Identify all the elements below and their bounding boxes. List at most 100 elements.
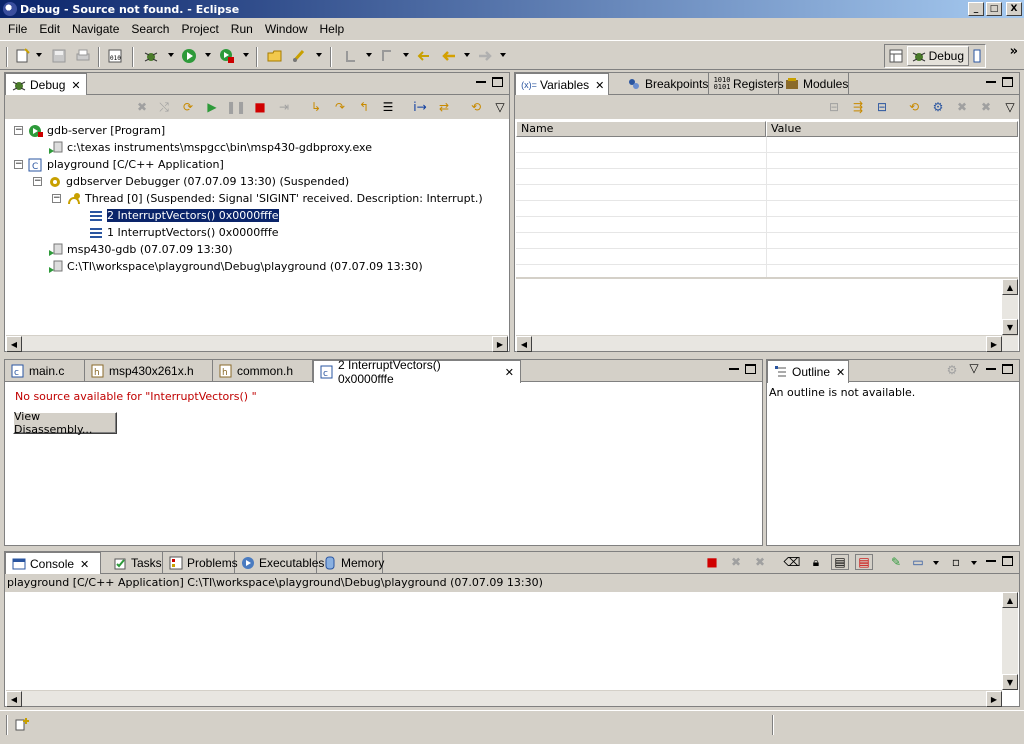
- show-type-names-icon[interactable]: ⊟: [825, 99, 843, 115]
- console-horizontal-scrollbar[interactable]: ◀ ▶: [6, 690, 1002, 707]
- back-dropdown-icon[interactable]: [464, 53, 470, 57]
- minimize-view-icon[interactable]: [729, 364, 739, 370]
- debug-horizontal-scrollbar[interactable]: ◀ ▶: [6, 335, 508, 352]
- tab-modules[interactable]: Modules: [779, 73, 849, 95]
- open-perspective-icon[interactable]: [885, 46, 907, 66]
- menu-run[interactable]: Run: [225, 22, 259, 36]
- menu-search[interactable]: Search: [125, 22, 175, 36]
- tab-variables[interactable]: (x)= Variables ✕: [515, 73, 609, 96]
- console-output[interactable]: [6, 592, 1002, 690]
- tab-common-h[interactable]: h common.h: [213, 360, 313, 382]
- pin-console-icon[interactable]: ✎: [887, 554, 905, 570]
- show-on-stdout-icon[interactable]: ▤: [831, 554, 849, 570]
- scroll-left-icon[interactable]: ◀: [6, 691, 22, 707]
- drop-to-frame-icon[interactable]: ☰: [379, 99, 397, 115]
- new-dropdown-icon[interactable]: [36, 53, 42, 57]
- last-edit-icon[interactable]: [414, 47, 432, 65]
- minimize-view-icon[interactable]: [986, 364, 996, 370]
- tree-item-gdbserver-debugger[interactable]: gdbserver Debugger (07.07.09 13:30) (Sus…: [47, 173, 349, 190]
- maximize-view-icon[interactable]: [492, 77, 503, 87]
- close-tab-icon[interactable]: ✕: [80, 558, 89, 571]
- tab-msp430x261x-h[interactable]: h msp430x261x.h: [85, 360, 213, 382]
- open-console-icon[interactable]: ▫: [947, 554, 965, 570]
- forward-dropdown-icon[interactable]: [500, 53, 506, 57]
- maximize-view-icon[interactable]: [745, 364, 756, 374]
- run-icon[interactable]: [180, 47, 198, 65]
- open-console-dropdown-icon[interactable]: [971, 561, 977, 565]
- close-tab-icon[interactable]: ✕: [505, 366, 514, 379]
- step-into-icon[interactable]: ↳: [307, 99, 325, 115]
- view-disassembly-button[interactable]: View Disassembly...: [13, 410, 117, 436]
- save-icon[interactable]: [50, 47, 68, 65]
- scroll-lock-icon[interactable]: 🔒︎: [807, 554, 825, 570]
- minimize-view-icon[interactable]: [986, 556, 996, 562]
- instruction-stepping-icon[interactable]: i→: [411, 99, 429, 115]
- tree-item-gdbproxy-process[interactable]: c:\texas instruments\mspgcc\bin\msp430-g…: [48, 139, 372, 156]
- menu-window[interactable]: Window: [259, 22, 314, 36]
- scroll-left-icon[interactable]: ◀: [6, 336, 22, 352]
- debug-dropdown-icon[interactable]: [168, 53, 174, 57]
- scroll-left-icon[interactable]: ◀: [516, 336, 532, 352]
- menu-file[interactable]: File: [2, 22, 33, 36]
- menu-edit[interactable]: Edit: [33, 22, 66, 36]
- scroll-right-icon[interactable]: ▶: [986, 691, 1002, 707]
- prev-annotation-dropdown-icon[interactable]: [403, 53, 409, 57]
- tab-console[interactable]: Console ✕: [5, 552, 101, 575]
- clear-console-icon[interactable]: ⌫: [783, 554, 801, 570]
- show-on-stderr-icon[interactable]: ▤: [855, 554, 873, 570]
- step-return-icon[interactable]: ↰: [355, 99, 373, 115]
- menu-help[interactable]: Help: [314, 22, 351, 36]
- step-over-icon[interactable]: ↷: [331, 99, 349, 115]
- tree-item-msp430-gdb[interactable]: msp430-gdb (07.07.09 13:30): [48, 241, 233, 258]
- tab-main-c[interactable]: c main.c: [5, 360, 85, 382]
- tab-tasks[interactable]: Tasks: [107, 552, 163, 574]
- back-icon[interactable]: [440, 47, 458, 65]
- minimize-view-icon[interactable]: [986, 77, 996, 83]
- column-header-name[interactable]: Name: [516, 121, 766, 137]
- maximize-view-icon[interactable]: [1002, 556, 1013, 566]
- connect-icon[interactable]: ⤭: [155, 99, 173, 115]
- terminate-icon[interactable]: ■: [703, 554, 721, 570]
- remove-all-global-variables-icon[interactable]: ✖: [977, 99, 995, 115]
- next-annotation-dropdown-icon[interactable]: [366, 53, 372, 57]
- collapse-icon[interactable]: −: [14, 126, 23, 135]
- scroll-down-icon[interactable]: ▼: [1002, 319, 1018, 335]
- more-perspectives-button[interactable]: »: [1010, 44, 1018, 59]
- remove-all-terminated-icon[interactable]: ✖: [751, 554, 769, 570]
- tab-memory[interactable]: Memory: [317, 552, 384, 574]
- terminate-icon[interactable]: ■: [251, 99, 269, 115]
- scroll-right-icon[interactable]: ▶: [986, 336, 1002, 352]
- external-tools-icon[interactable]: [218, 47, 236, 65]
- fast-view-icon[interactable]: [14, 716, 30, 735]
- display-console-icon[interactable]: ▭: [909, 554, 927, 570]
- menu-navigate[interactable]: Navigate: [66, 22, 125, 36]
- tab-registers[interactable]: 1010 0101 Registers: [709, 73, 784, 95]
- maximize-button[interactable]: □: [986, 2, 1002, 16]
- scroll-right-icon[interactable]: ▶: [492, 336, 508, 352]
- scroll-up-icon[interactable]: ▲: [1002, 592, 1018, 608]
- tree-item-thread[interactable]: Thread [0] (Suspended: Signal 'SIGINT' r…: [66, 190, 483, 207]
- add-global-variable-icon[interactable]: ⚙: [929, 99, 947, 115]
- window-title-bar[interactable]: Debug - Source not found. - Eclipse _ □ …: [0, 0, 1024, 18]
- tab-outline[interactable]: Outline ✕: [767, 360, 849, 383]
- disassembly-icon[interactable]: 010: [106, 47, 124, 65]
- collapse-icon[interactable]: −: [52, 194, 61, 203]
- open-folder-icon[interactable]: [266, 47, 284, 65]
- resume-icon[interactable]: ▶: [203, 99, 221, 115]
- next-annotation-icon[interactable]: [342, 47, 360, 65]
- tab-interrupt-vectors[interactable]: c 2 InterruptVectors() 0x0000fffe ✕: [313, 358, 521, 386]
- new-icon[interactable]: [14, 47, 32, 65]
- variables-horizontal-scrollbar[interactable]: ◀ ▶: [516, 335, 1018, 352]
- refresh-icon[interactable]: ⟲: [467, 99, 485, 115]
- remove-terminated-icon[interactable]: ✖: [133, 99, 151, 115]
- console-vertical-scrollbar[interactable]: ▲ ▼: [1002, 592, 1018, 690]
- view-menu-icon[interactable]: ▽: [491, 99, 509, 115]
- restart-icon[interactable]: ⟳: [179, 99, 197, 115]
- debug-bug-icon[interactable]: [142, 47, 160, 65]
- close-tab-icon[interactable]: ✕: [71, 79, 80, 92]
- tree-item-stack-frame-1[interactable]: 1 InterruptVectors() 0x0000fffe: [88, 224, 279, 241]
- remove-global-variable-icon[interactable]: ✖: [953, 99, 971, 115]
- detail-vertical-scrollbar[interactable]: ▲ ▼: [1002, 279, 1018, 335]
- prev-annotation-icon[interactable]: [378, 47, 396, 65]
- scroll-up-icon[interactable]: ▲: [1002, 279, 1018, 295]
